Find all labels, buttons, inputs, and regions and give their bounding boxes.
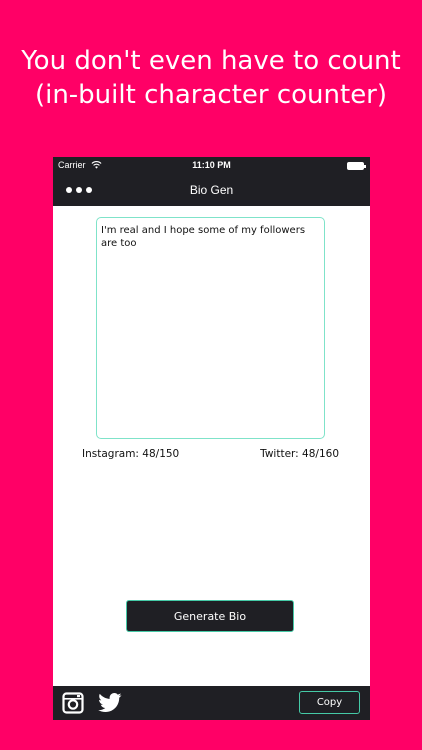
nav-bar: Bio Gen [53, 175, 370, 206]
battery-icon [347, 162, 366, 170]
twitter-icon[interactable] [98, 693, 122, 713]
status-time: 11:10 PM [192, 160, 231, 170]
instagram-icon[interactable] [62, 692, 84, 714]
twitter-counter: Twitter: 48/160 [260, 448, 339, 460]
phone-screen: Carrier 11:10 PM Bio Gen I'm real and I … [53, 157, 370, 720]
copy-button[interactable]: Copy [299, 691, 360, 714]
headline-line-2: (in-built character counter) [34, 80, 388, 110]
instagram-counter: Instagram: 48/150 [82, 448, 180, 460]
bottom-toolbar: Copy [53, 686, 370, 720]
promo-headline: You don't even have to count (in-built c… [0, 44, 422, 112]
bio-textarea[interactable]: I'm real and I hope some of my followers… [96, 217, 325, 439]
status-bar: Carrier 11:10 PM [53, 157, 370, 175]
nav-title: Bio Gen [189, 183, 234, 197]
generate-bio-button[interactable]: Generate Bio [126, 600, 294, 632]
headline-line-1: You don't even have to count [21, 46, 401, 76]
